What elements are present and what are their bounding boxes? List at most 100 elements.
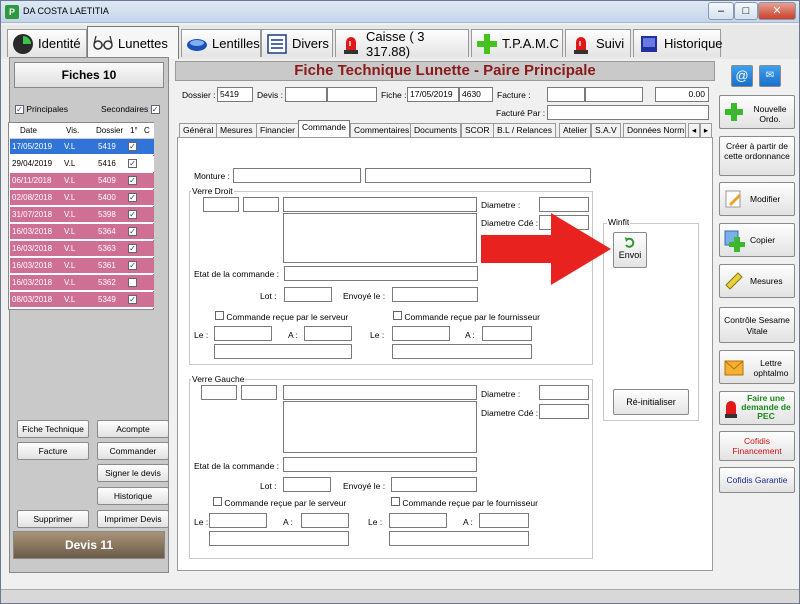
facture-field[interactable] bbox=[547, 87, 585, 102]
vg-a-serveur-field[interactable] bbox=[301, 513, 349, 528]
table-row[interactable]: 29/04/2019 V.L 5416 ✓ bbox=[10, 156, 154, 172]
subtab-financier[interactable]: Financier bbox=[256, 123, 299, 137]
subtab-donnees-norm[interactable]: Données Norm bbox=[623, 123, 686, 137]
subtab-mesures[interactable]: Mesures bbox=[216, 123, 257, 137]
sms-icon[interactable]: ✉ bbox=[759, 65, 781, 87]
tab-identite[interactable]: Identité bbox=[7, 29, 87, 57]
controle-sesame-vitale-button[interactable]: Contrôle Sesame Vitale bbox=[719, 307, 795, 343]
cofidis-garantie-button[interactable]: Cofidis Garantie bbox=[719, 467, 795, 493]
tab-suivi[interactable]: Suivi bbox=[565, 29, 631, 57]
faire-pec-button[interactable]: Faire une demande de PEC bbox=[719, 391, 795, 425]
vd-serveur-field[interactable] bbox=[214, 344, 352, 359]
facture-field-2[interactable] bbox=[585, 87, 643, 102]
vd-description-area[interactable] bbox=[283, 213, 477, 263]
vg-field-1[interactable] bbox=[201, 385, 237, 400]
tab-scroll-right-icon[interactable]: ▸ bbox=[700, 123, 712, 137]
tab-caisse[interactable]: Caisse ( 3 317.88) bbox=[335, 29, 469, 59]
tab-lentilles[interactable]: Lentilles bbox=[181, 29, 261, 57]
envoi-button[interactable]: Envoi bbox=[613, 232, 647, 268]
vg-description-area[interactable] bbox=[283, 401, 477, 453]
minimize-button[interactable]: – bbox=[708, 2, 734, 20]
subtab-bl-relances[interactable]: B.L / Relances bbox=[493, 123, 556, 137]
supprimer-button[interactable]: Supprimer bbox=[17, 510, 89, 528]
tab-divers[interactable]: Divers bbox=[261, 29, 333, 57]
subtab-commande[interactable]: Commande bbox=[298, 120, 350, 138]
vg-a-fournisseur-field[interactable] bbox=[479, 513, 529, 528]
vg-diametre-cde-field[interactable] bbox=[539, 404, 589, 419]
devis-field-2[interactable] bbox=[327, 87, 377, 102]
vg-recue-serveur-checkbox[interactable]: Commande reçue par le serveur bbox=[213, 497, 346, 508]
tab-scroll-left-icon[interactable]: ◂ bbox=[688, 123, 700, 137]
table-row[interactable]: 06/11/2018 V.L 5409 ✓ bbox=[10, 173, 154, 189]
vg-etat-field[interactable] bbox=[283, 457, 477, 472]
fiche-date-field[interactable]: 17/05/2019 bbox=[407, 87, 459, 102]
vd-diametre-field[interactable] bbox=[539, 197, 589, 212]
nouvelle-ordo-button[interactable]: Nouvelle Ordo. bbox=[719, 95, 795, 129]
monture-field[interactable] bbox=[233, 168, 361, 183]
vd-envoye-field[interactable] bbox=[392, 287, 478, 302]
imprimer-devis-button[interactable]: Imprimer Devis bbox=[97, 510, 169, 528]
mesures-button[interactable]: Mesures bbox=[719, 264, 795, 298]
fiche-technique-button[interactable]: Fiche Technique bbox=[17, 420, 89, 438]
vd-le-serveur-field[interactable] bbox=[214, 326, 272, 341]
table-row[interactable]: 08/03/2018 V.L 5349 ✓ bbox=[10, 292, 154, 308]
vd-field-1[interactable] bbox=[203, 197, 239, 212]
subtab-atelier[interactable]: Atelier bbox=[559, 123, 592, 137]
vg-diametre-field[interactable] bbox=[539, 385, 589, 400]
maximize-button[interactable]: □ bbox=[734, 2, 758, 20]
reinitialiser-button[interactable]: Ré-initialiser bbox=[613, 389, 689, 415]
facture-par-field[interactable] bbox=[547, 105, 709, 120]
vd-lot-field[interactable] bbox=[284, 287, 332, 302]
email-icon[interactable]: @ bbox=[731, 65, 753, 87]
table-row[interactable]: 31/07/2018 V.L 5398 ✓ bbox=[10, 207, 154, 223]
table-row[interactable]: 16/03/2018 V.L 5364 ✓ bbox=[10, 224, 154, 240]
vd-field-2[interactable] bbox=[243, 197, 279, 212]
table-row[interactable]: 16/03/2018 V.L 5363 ✓ bbox=[10, 241, 154, 257]
fiche-number-field[interactable]: 4630 bbox=[459, 87, 493, 102]
amount-field[interactable]: 0.00 bbox=[655, 87, 709, 102]
vd-etat-field[interactable] bbox=[284, 266, 478, 281]
monture-field-2[interactable] bbox=[365, 168, 591, 183]
modifier-button[interactable]: Modifier bbox=[719, 182, 795, 216]
close-button[interactable]: ✕ bbox=[758, 2, 796, 20]
vg-le-fournisseur-field[interactable] bbox=[389, 513, 447, 528]
principales-checkbox[interactable]: ✓ Principales bbox=[15, 104, 68, 114]
vd-field-3[interactable] bbox=[283, 197, 477, 212]
table-row[interactable]: 16/03/2018 V.L 5362 bbox=[10, 275, 154, 291]
table-row[interactable]: 02/08/2018 V.L 5400 ✓ bbox=[10, 190, 154, 206]
vd-recue-serveur-checkbox[interactable]: Commande reçue par le serveur bbox=[215, 311, 348, 322]
vg-le-serveur-field[interactable] bbox=[209, 513, 267, 528]
acompte-button[interactable]: Acompte bbox=[97, 420, 169, 438]
subtab-commentaires[interactable]: Commentaires bbox=[350, 123, 414, 137]
copier-button[interactable]: Copier bbox=[719, 223, 795, 257]
vg-fournisseur-field[interactable] bbox=[389, 531, 529, 546]
subtab-documents[interactable]: Documents bbox=[410, 123, 461, 137]
vd-le-fournisseur-field[interactable] bbox=[392, 326, 450, 341]
creer-ordonnance-button[interactable]: Créer à partir de cette ordonnance bbox=[719, 136, 795, 176]
table-row[interactable]: 16/03/2018 V.L 5361 ✓ bbox=[10, 258, 154, 274]
vg-field-2[interactable] bbox=[241, 385, 277, 400]
devis-field[interactable] bbox=[285, 87, 327, 102]
tab-lunettes[interactable]: Lunettes bbox=[87, 26, 179, 59]
vd-a-fournisseur-field[interactable] bbox=[482, 326, 532, 341]
tab-historique[interactable]: Historique bbox=[633, 29, 723, 57]
subtab-scor[interactable]: SCOR bbox=[461, 123, 494, 137]
vd-fournisseur-field[interactable] bbox=[392, 344, 532, 359]
table-row[interactable]: 17/05/2019 V.L 5419 ✓ bbox=[10, 139, 154, 155]
subtab-general[interactable]: Général bbox=[179, 123, 218, 137]
secondaires-checkbox[interactable]: Secondaires ✓ bbox=[101, 104, 160, 114]
subtab-sav[interactable]: S.A.V bbox=[591, 123, 621, 137]
vg-recue-fournisseur-checkbox[interactable]: Commande reçue par le fournisseur bbox=[391, 497, 538, 508]
vd-recue-fournisseur-checkbox[interactable]: Commande reçue par le fournisseur bbox=[393, 311, 540, 322]
tab-tpamc[interactable]: T.P.A.M.C bbox=[471, 29, 563, 57]
lettre-ophtalmo-button[interactable]: Lettre ophtalmo bbox=[719, 350, 795, 384]
vg-lot-field[interactable] bbox=[283, 477, 331, 492]
signer-devis-button[interactable]: Signer le devis bbox=[97, 464, 169, 482]
vd-a-serveur-field[interactable] bbox=[304, 326, 352, 341]
cofidis-financement-button[interactable]: Cofidis Financement bbox=[719, 431, 795, 461]
historique-button[interactable]: Historique bbox=[97, 487, 169, 505]
vg-envoye-field[interactable] bbox=[391, 477, 477, 492]
dossier-field[interactable]: 5419 bbox=[217, 87, 253, 102]
vg-serveur-field[interactable] bbox=[209, 531, 349, 546]
facture-button[interactable]: Facture bbox=[17, 442, 89, 460]
